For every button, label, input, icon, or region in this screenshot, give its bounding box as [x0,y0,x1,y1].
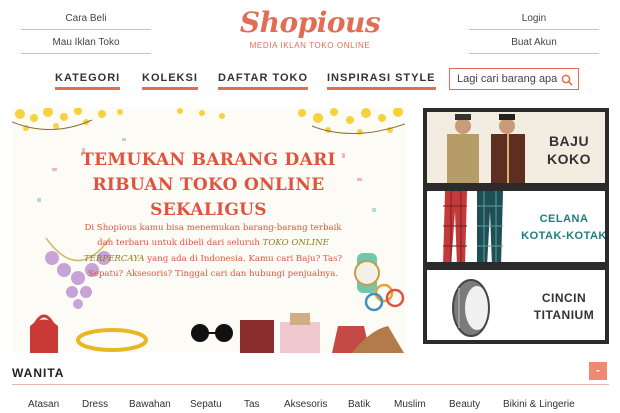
promo-baju-koko[interactable]: BAJU KOKO [423,108,609,187]
promo-baju-koko-label: BAJU KOKO [537,132,601,168]
logo[interactable]: Shopious MEDIA IKLAN TOKO ONLINE [0,6,620,50]
promo-3-line-2: TITANIUM [533,308,595,322]
category-batik[interactable]: Batik [348,399,370,410]
promo-1-line-2: KOKO [547,151,591,167]
hero-title-line-3: SEKALIGUS [150,200,267,220]
hero-title-line-2: RIBUAN TOKO ONLINE [92,175,325,195]
category-atasan[interactable]: Atasan [28,399,59,410]
section-title-wanita: WANITA [12,366,65,380]
promo-1-line-1: BAJU [548,133,590,149]
collapse-button[interactable]: - [589,362,607,380]
category-bikini-lingerie[interactable]: Bikini & Lingerie [503,399,575,410]
celana-kotak-image [443,191,503,262]
category-bawahan[interactable]: Bawahan [129,399,171,410]
page: Cara Beli Mau Iklan Toko Login Buat Akun… [0,0,620,413]
hero-title-line-1: TEMUKAN BARANG DARI [81,150,336,170]
hero-description: Di Shopious kamu bisa menemukan barang-b… [82,221,344,283]
nav-inspirasi-style[interactable]: INSPIRASI STYLE [327,72,436,90]
search-input[interactable] [450,69,558,89]
section-divider [12,384,609,385]
promo-celana-label: CELANA KOTAK-KOTAK [519,211,607,245]
promo-2-line-1: CELANA [539,213,589,225]
category-tas[interactable]: Tas [244,399,260,410]
nav-daftar-toko[interactable]: DAFTAR TOKO [218,72,309,90]
hero-banner[interactable]: TEMUKAN BARANG DARI RIBUAN TOKO ONLINE S… [12,108,405,353]
promo-cincin-titanium[interactable]: CINCIN TITANIUM [423,266,609,344]
category-muslim[interactable]: Muslim [394,399,426,410]
promo-3-line-1: CINCIN [541,291,587,305]
search-icon[interactable] [561,73,573,91]
search-box [449,68,579,90]
category-beauty[interactable]: Beauty [449,399,480,410]
category-sepatu[interactable]: Sepatu [190,399,222,410]
category-dress[interactable]: Dress [82,399,108,410]
promo-celana-kotak[interactable]: CELANA KOTAK-KOTAK [423,187,609,266]
cincin-image [452,279,490,337]
nav-koleksi[interactable]: KOLEKSI [142,72,198,90]
logo-tagline: MEDIA IKLAN TOKO ONLINE [249,41,371,50]
baju-koko-image [447,114,525,183]
logo-text: Shopious [239,6,381,39]
promo-2-line-2: KOTAK-KOTAK [521,230,607,242]
hero-title: TEMUKAN BARANG DARI RIBUAN TOKO ONLINE S… [12,148,405,223]
promo-cincin-label: CINCIN TITANIUM [519,290,605,324]
category-aksesoris[interactable]: Aksesoris [284,399,327,410]
nav-kategori[interactable]: KATEGORI [55,72,121,90]
